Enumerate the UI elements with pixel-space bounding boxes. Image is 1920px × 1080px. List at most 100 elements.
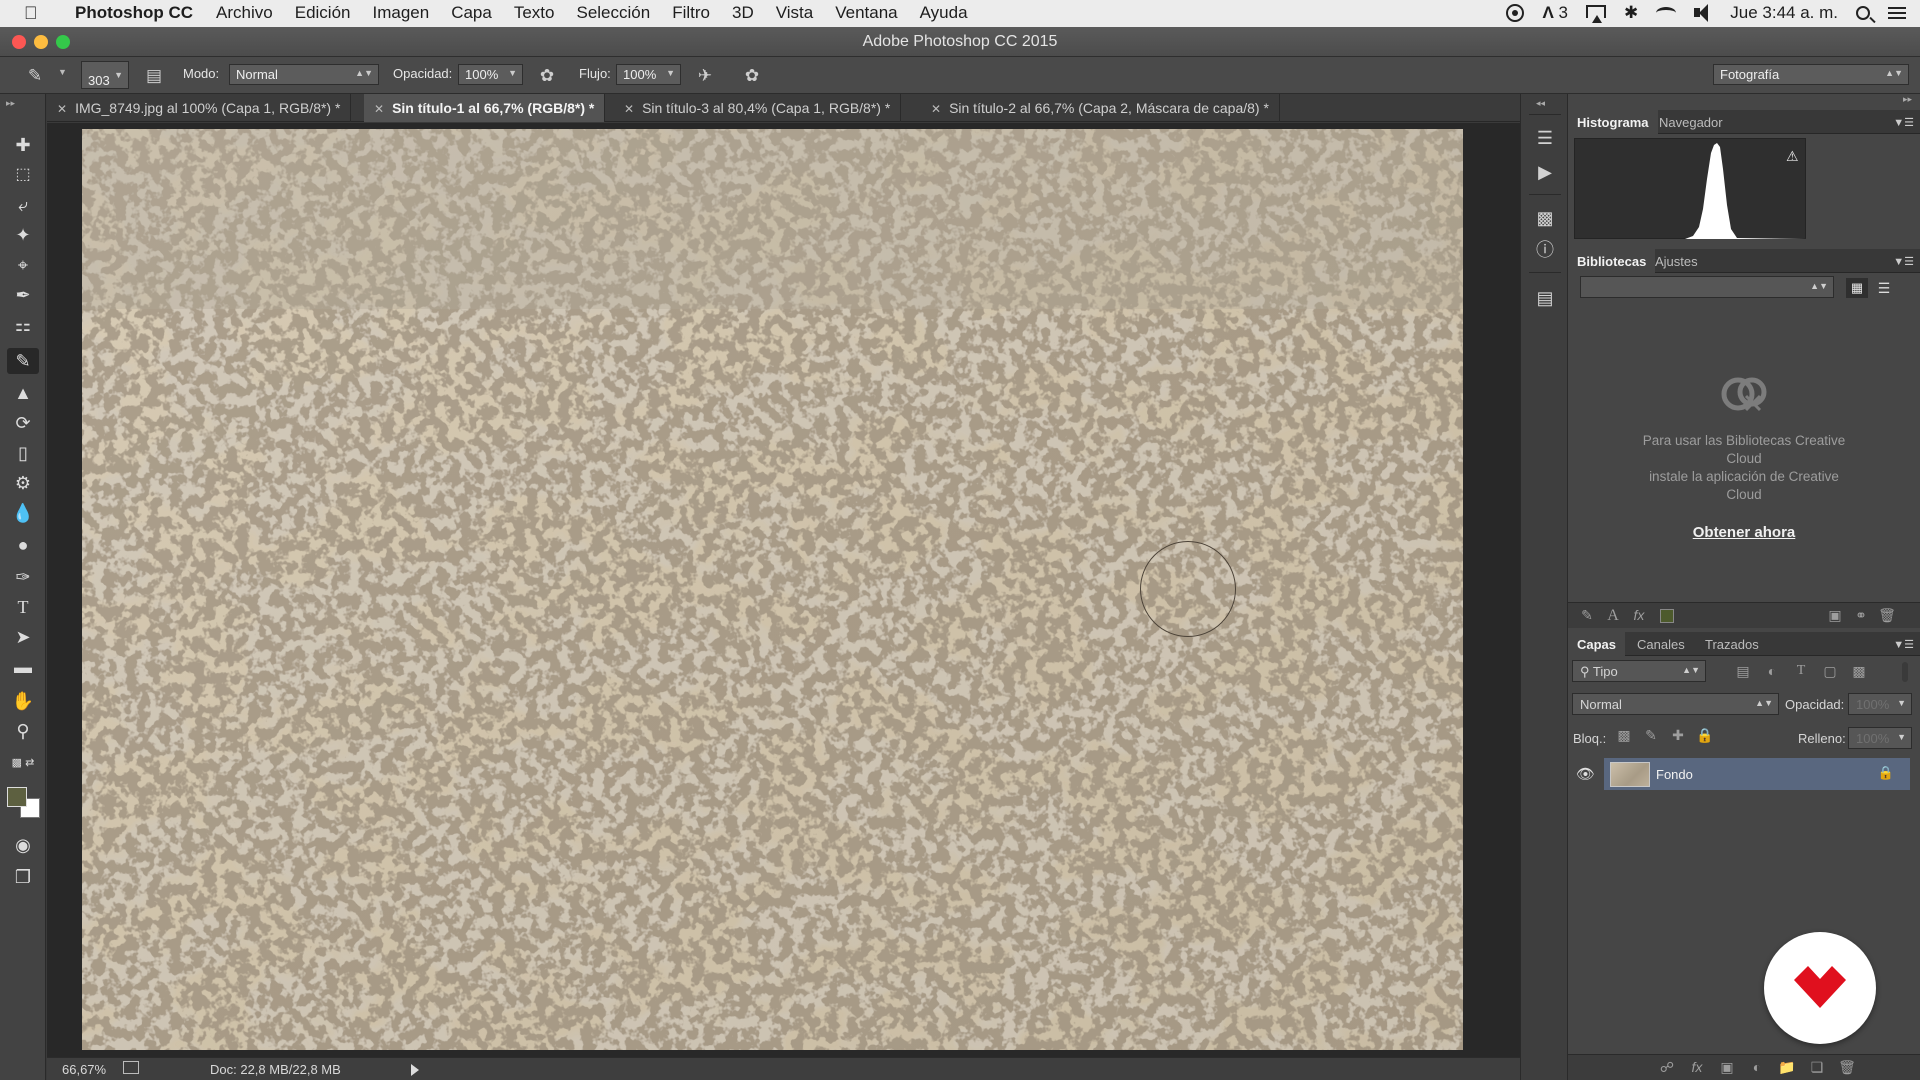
type-icon[interactable]: T [7, 594, 39, 620]
blend-mode-select[interactable]: Normal ▲▼ [1572, 693, 1779, 715]
layer-row[interactable]: 👁 Fondo 🔒 [1568, 757, 1920, 791]
pen-icon[interactable]: ✑ [7, 564, 39, 590]
foreground-color-swatch[interactable] [7, 787, 27, 807]
magic-wand-icon[interactable]: ✦ [7, 222, 39, 248]
brush-size-picker[interactable]: 303 ▼ [81, 61, 129, 89]
wifi-icon[interactable] [1656, 7, 1677, 19]
document-canvas[interactable] [82, 129, 1463, 1050]
tab-trazados[interactable]: Trazados [1696, 632, 1768, 656]
rectangle-icon[interactable]: ▬ [7, 654, 39, 680]
menu-ayuda[interactable]: Ayuda [909, 3, 979, 23]
workspace-select[interactable]: Fotografía ▲▼ [1713, 64, 1909, 85]
export-icon[interactable] [123, 1061, 139, 1074]
layer-mask-icon[interactable]: ▣ [1716, 1059, 1738, 1077]
close-icon[interactable]: ✕ [931, 102, 941, 116]
airbrush-icon[interactable]: ✈ [694, 65, 716, 87]
close-icon[interactable]: ✕ [624, 102, 634, 116]
brush-icon[interactable]: ✎ [7, 348, 39, 374]
quick-mask-icon[interactable]: ◉ [7, 832, 39, 858]
lock-image-icon[interactable]: ✎ [1640, 727, 1662, 745]
opacity-field[interactable]: 100% ▼ [458, 64, 523, 85]
filter-shape-icon[interactable]: ▢ [1819, 663, 1841, 681]
menu-app[interactable]: Photoshop CC [64, 3, 205, 23]
eyedropper-icon[interactable]: ✒ [7, 282, 39, 308]
lock-all-icon[interactable]: 🔒 [1694, 727, 1716, 745]
panel-menu-icon[interactable]: ▼☰ [1893, 116, 1914, 129]
doc-tab-sin-titulo-3[interactable]: ✕ Sin título-3 al 80,4% (Capa 1, RGB/8*) … [614, 94, 902, 122]
trash-icon[interactable]: 🗑 [1876, 607, 1898, 625]
menu-edicion[interactable]: Edición [284, 3, 362, 23]
menu-3d[interactable]: 3D [721, 3, 765, 23]
cache-warning-icon[interactable]: ⚠ [1786, 148, 1799, 165]
dodge-icon[interactable]: ● [7, 532, 39, 558]
doc-tab-sin-titulo-2[interactable]: ✕ Sin título-2 al 66,7% (Capa 2, Máscara … [921, 94, 1280, 122]
mode-select[interactable]: Normal ▲▼ [229, 64, 379, 85]
spotlight-icon[interactable] [1856, 6, 1870, 20]
flow-field[interactable]: 100% ▼ [616, 64, 681, 85]
airplay-icon[interactable] [1586, 4, 1607, 23]
layer-style-icon[interactable]: fx [1686, 1059, 1708, 1077]
menu-texto[interactable]: Texto [503, 3, 566, 23]
filter-adjustment-icon[interactable]: ◐ [1761, 663, 1783, 681]
layer-comps-icon[interactable]: ▤ [1531, 284, 1559, 312]
default-colors-icon[interactable]: ▩ ⇄ [7, 750, 39, 776]
layer-opacity-field[interactable]: 100% ▼ [1848, 693, 1912, 715]
notification-center-icon[interactable] [1888, 4, 1906, 22]
tab-ajustes[interactable]: Ajustes [1646, 249, 1707, 273]
tab-navegador[interactable]: Navegador [1650, 110, 1732, 134]
actions-panel-icon[interactable]: ▶ [1531, 158, 1559, 186]
grid-view-icon[interactable]: ▦ [1846, 278, 1868, 298]
properties-panel-icon[interactable]: ▩ [1531, 204, 1559, 232]
tab-bibliotecas[interactable]: Bibliotecas [1568, 249, 1656, 273]
brush-panel-icon[interactable]: ▤ [143, 65, 165, 87]
panel-expand-icon[interactable]: ◂◂ [1536, 98, 1545, 109]
bluetooth-icon[interactable]: ✱ [1624, 3, 1638, 23]
menu-archivo[interactable]: Archivo [205, 3, 284, 23]
adjustment-layer-icon[interactable]: ◐ [1746, 1059, 1768, 1077]
panel-menu-icon[interactable]: ▼☰ [1893, 638, 1914, 651]
close-icon[interactable]: ✕ [57, 102, 67, 116]
adobe-cc-icon[interactable]: Λ 3 [1542, 3, 1568, 23]
layer-selection[interactable]: Fondo 🔒 [1604, 758, 1910, 790]
pressure-size-icon[interactable]: ✿ [741, 65, 763, 87]
info-icon[interactable]: ⓘ [1531, 236, 1559, 264]
zoom-icon[interactable]: ⚲ [7, 718, 39, 744]
tab-histograma[interactable]: Histograma [1568, 110, 1658, 134]
pressure-opacity-icon[interactable]: ✿ [536, 65, 558, 87]
menu-imagen[interactable]: Imagen [362, 3, 441, 23]
screen-mode-icon[interactable]: ❐ [7, 864, 39, 890]
lasso-icon[interactable]: ⤶ [7, 192, 39, 218]
menu-vista[interactable]: Vista [765, 3, 825, 23]
tab-canales[interactable]: Canales [1628, 632, 1694, 656]
tab-capas[interactable]: Capas [1568, 632, 1626, 656]
filter-type-icon[interactable]: T [1790, 663, 1812, 681]
move-icon[interactable]: ✚ [7, 132, 39, 158]
history-panel-icon[interactable]: ☰ [1531, 124, 1559, 152]
visibility-eye-icon[interactable]: 👁 [1576, 765, 1595, 783]
doc-tab-sin-titulo-1[interactable]: ✕ Sin título-1 al 66,7% (RGB/8*) * [364, 94, 606, 122]
crop-icon[interactable]: ⌖ [7, 252, 39, 278]
screen-record-icon[interactable] [1506, 4, 1525, 22]
sync-icon[interactable]: ⚭ [1850, 607, 1872, 625]
healing-brush-icon[interactable]: ⚏ [7, 312, 39, 338]
new-group-icon[interactable]: 📁 [1776, 1059, 1798, 1077]
stamp-icon[interactable]: ▲ [7, 380, 39, 406]
link-layers-icon[interactable]: ☍ [1656, 1059, 1678, 1077]
chevron-down-icon[interactable]: ▼ [58, 67, 67, 77]
filter-toggle[interactable] [1902, 662, 1908, 682]
new-layer-icon[interactable]: ❏ [1806, 1059, 1828, 1077]
panel-collapse-icon[interactable]: ▸▸ [1903, 94, 1912, 105]
add-color-icon[interactable] [1660, 609, 1674, 623]
doc-tab-img-8749[interactable]: ✕ IMG_8749.jpg al 100% (Capa 1, RGB/8*) * [47, 94, 352, 122]
blur-icon[interactable]: 💧 [7, 500, 39, 526]
add-character-style-icon[interactable]: A [1602, 607, 1624, 625]
canvas-area[interactable] [47, 123, 1520, 1057]
panel-collapse-icon[interactable]: ▸▸ [6, 98, 15, 109]
layer-name[interactable]: Fondo [1656, 767, 1693, 782]
menu-seleccion[interactable]: Selección [565, 3, 661, 23]
list-view-icon[interactable]: ☰ [1873, 278, 1895, 298]
status-menu-arrow-icon[interactable] [411, 1064, 419, 1076]
add-layer-style-icon[interactable]: fx [1628, 607, 1650, 625]
filter-pixel-icon[interactable]: ▤ [1732, 663, 1754, 681]
zoom-level[interactable]: 66,67% [62, 1062, 106, 1077]
